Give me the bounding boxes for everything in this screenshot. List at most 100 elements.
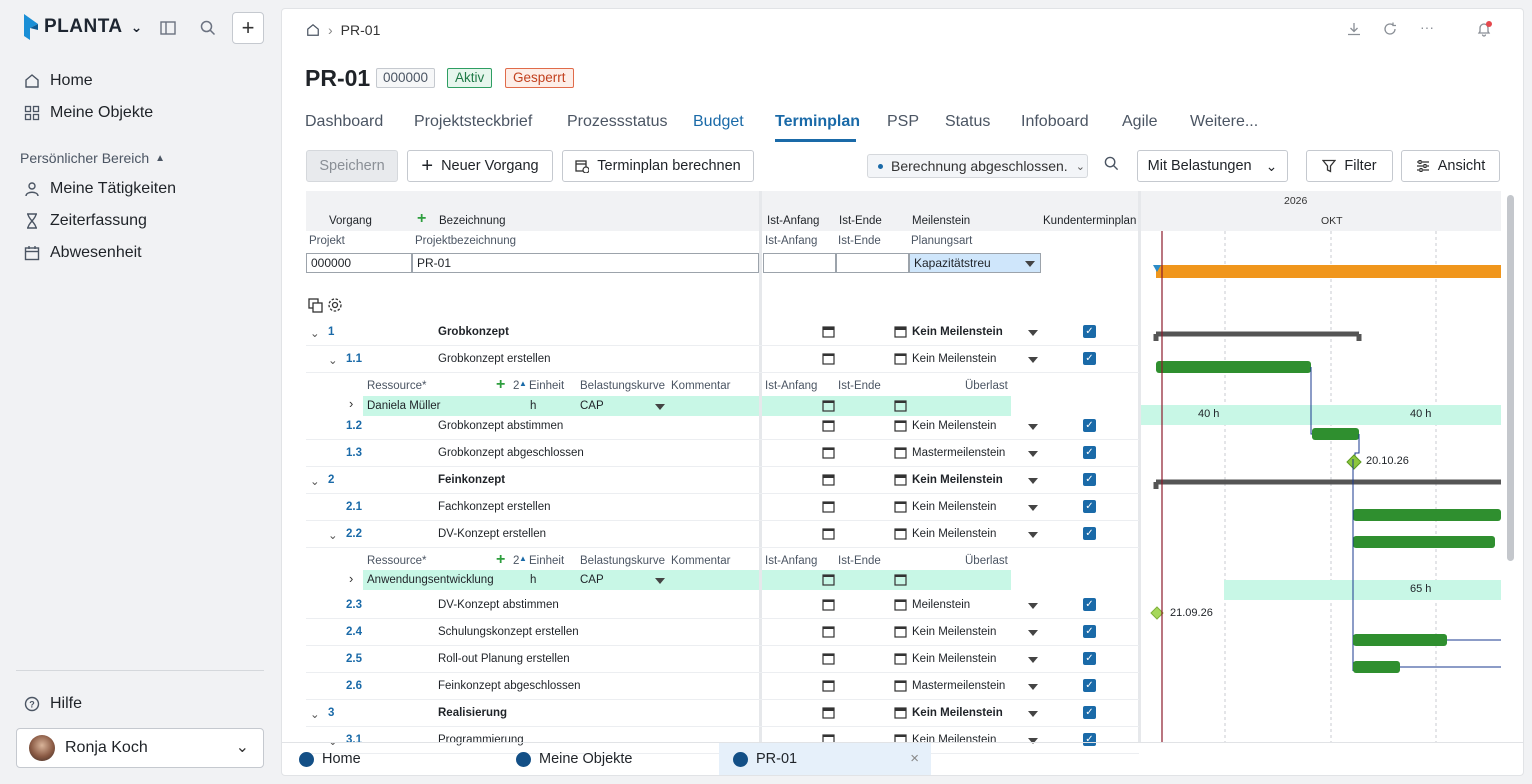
task-name[interactable]: Programmierung [438, 734, 524, 746]
col-kunde[interactable]: Kundenterminplan [1043, 215, 1136, 227]
bottom-tab-pr01[interactable]: PR-01 × [719, 743, 931, 775]
chevron-down-icon[interactable]: ⌄ [310, 707, 320, 721]
milestone-value[interactable]: Mastermeilenstein [912, 447, 1005, 459]
gear-icon[interactable] [327, 297, 343, 318]
sidebar-item-home[interactable]: Home [16, 66, 264, 96]
table-row[interactable]: ⌄ 2 Feinkonzept Kein Meilenstein ✓ [306, 467, 1139, 494]
dropdown-icon[interactable] [655, 404, 665, 410]
refresh-icon[interactable] [1383, 22, 1397, 41]
sidebar-item-taetigkeiten[interactable]: Meine Tätigkeiten [16, 174, 264, 204]
tab-terminplan[interactable]: Terminplan [775, 113, 860, 131]
resource-unit[interactable]: h [530, 400, 536, 412]
search-icon[interactable] [198, 18, 218, 38]
milestone-value[interactable]: Meilenstein [912, 599, 970, 611]
milestone-value[interactable]: Kein Meilenstein [912, 420, 996, 432]
save-button[interactable]: Speichern [306, 150, 398, 182]
bell-icon[interactable] [1476, 21, 1492, 42]
task-name[interactable]: Feinkonzept [438, 474, 505, 486]
scrollbar[interactable] [1507, 195, 1514, 561]
search-icon[interactable] [1104, 156, 1119, 176]
resource-name[interactable]: Daniela Müller [367, 400, 441, 412]
calendar-icon[interactable] [894, 419, 907, 432]
dropdown-icon[interactable] [1028, 711, 1038, 717]
tab-status[interactable]: Status [945, 113, 990, 131]
calendar-icon[interactable] [894, 473, 907, 486]
dropdown-icon[interactable] [1028, 603, 1038, 609]
task-name[interactable]: Realisierung [438, 707, 507, 719]
close-icon[interactable]: × [910, 750, 919, 767]
checkbox[interactable]: ✓ [1083, 706, 1096, 719]
milestone-value[interactable]: Kein Meilenstein [912, 474, 1003, 486]
checkbox[interactable]: ✓ [1083, 652, 1096, 665]
add-button[interactable]: + [232, 12, 264, 44]
milestone-value[interactable]: Kein Meilenstein [912, 326, 1003, 338]
new-task-button[interactable]: + Neuer Vorgang [407, 150, 553, 182]
task-name[interactable]: DV-Konzept erstellen [438, 528, 546, 540]
milestone-value[interactable]: Mastermeilenstein [912, 680, 1005, 692]
resource-name[interactable]: Anwendungsentwicklung [367, 574, 494, 586]
tab-budget[interactable]: Budget [693, 113, 744, 131]
table-row[interactable]: ⌄ 1.1 Grobkonzept erstellen Kein Meilenstei… [306, 346, 1139, 373]
calendar-icon[interactable] [894, 573, 907, 586]
section-personal[interactable]: Persönlicher Bereich ▲ [20, 150, 165, 166]
checkbox[interactable]: ✓ [1083, 325, 1096, 338]
milestone-value[interactable]: Kein Meilenstein [912, 707, 1003, 719]
calendar-icon[interactable] [822, 399, 835, 412]
task-name[interactable]: DV-Konzept abstimmen [438, 599, 559, 611]
bottom-tab-home[interactable]: Home [299, 743, 361, 775]
task-name[interactable]: Schulungskonzept erstellen [438, 626, 579, 638]
checkbox[interactable]: ✓ [1083, 527, 1096, 540]
calendar-icon[interactable] [894, 446, 907, 459]
dropdown-icon[interactable] [1028, 532, 1038, 538]
milestone-value[interactable]: Kein Meilenstein [912, 626, 996, 638]
calendar-icon[interactable] [894, 527, 907, 540]
dropdown-icon[interactable] [1028, 330, 1038, 336]
help-link[interactable]: ? Hilfe [16, 689, 264, 719]
bottom-tab-meine-objekte[interactable]: Meine Objekte [516, 743, 633, 775]
projekt-field[interactable]: 000000 [306, 253, 412, 273]
dropdown-icon[interactable] [655, 578, 665, 584]
milestone-value[interactable]: Kein Meilenstein [912, 353, 996, 365]
sort-icon[interactable]: ▲ [519, 554, 527, 563]
dropdown-icon[interactable] [1028, 357, 1038, 363]
breadcrumb-current[interactable]: PR-01 [341, 22, 381, 38]
more-icon[interactable]: ··· [1420, 19, 1434, 35]
calendar-icon[interactable] [822, 419, 835, 432]
calc-button[interactable]: Terminplan berechnen [562, 150, 754, 182]
table-row[interactable]: ⌄ 2.2 DV-Konzept erstellen Kein Meilenstein… [306, 521, 1139, 548]
dropdown-icon[interactable] [1028, 424, 1038, 430]
table-row[interactable]: 2.6 Feinkonzept abgeschlossen Mastermeilen… [306, 673, 1139, 700]
tab-psp[interactable]: PSP [887, 113, 919, 131]
table-row[interactable]: 2.1 Fachkonzept erstellen Kein Meilenstein… [306, 494, 1139, 521]
calendar-icon[interactable] [822, 652, 835, 665]
resource-curve[interactable]: CAP [580, 574, 604, 586]
col-meilenstein[interactable]: Meilenstein [912, 215, 970, 227]
calendar-icon[interactable] [822, 679, 835, 692]
calendar-icon[interactable] [822, 573, 835, 586]
checkbox[interactable]: ✓ [1083, 625, 1096, 638]
sidebar-item-abwesenheit[interactable]: Abwesenheit [16, 238, 264, 268]
load-dropdown[interactable]: Mit Belastungen ⌄ [1137, 150, 1288, 182]
task-name[interactable]: Roll-out Planung erstellen [438, 653, 570, 665]
dropdown-icon[interactable] [1028, 684, 1038, 690]
calendar-icon[interactable] [894, 500, 907, 513]
download-icon[interactable] [1347, 22, 1361, 41]
calendar-icon[interactable] [822, 598, 835, 611]
table-row[interactable]: 2.4 Schulungskonzept erstellen Kein Meilen… [306, 619, 1139, 646]
tab-prozessstatus[interactable]: Prozessstatus [567, 113, 667, 131]
table-row[interactable]: 2.5 Roll-out Planung erstellen Kein Meilen… [306, 646, 1139, 673]
chevron-right-icon[interactable]: › [349, 396, 353, 411]
tab-infoboard[interactable]: Infoboard [1021, 113, 1089, 131]
filter-button[interactable]: Filter [1306, 150, 1393, 182]
col-ist-ende[interactable]: Ist-Ende [839, 215, 882, 227]
checkbox[interactable]: ✓ [1083, 419, 1096, 432]
ist-anfang-field[interactable] [763, 253, 836, 273]
resource-row[interactable] [762, 570, 1011, 590]
col-ist-anfang[interactable]: Ist-Anfang [767, 215, 819, 227]
tab-agile[interactable]: Agile [1122, 113, 1158, 131]
task-name[interactable]: Grobkonzept erstellen [438, 353, 551, 365]
task-name[interactable]: Feinkonzept abgeschlossen [438, 680, 581, 692]
milestone-value[interactable]: Kein Meilenstein [912, 653, 996, 665]
calendar-icon[interactable] [822, 473, 835, 486]
milestone-value[interactable]: Kein Meilenstein [912, 501, 996, 513]
